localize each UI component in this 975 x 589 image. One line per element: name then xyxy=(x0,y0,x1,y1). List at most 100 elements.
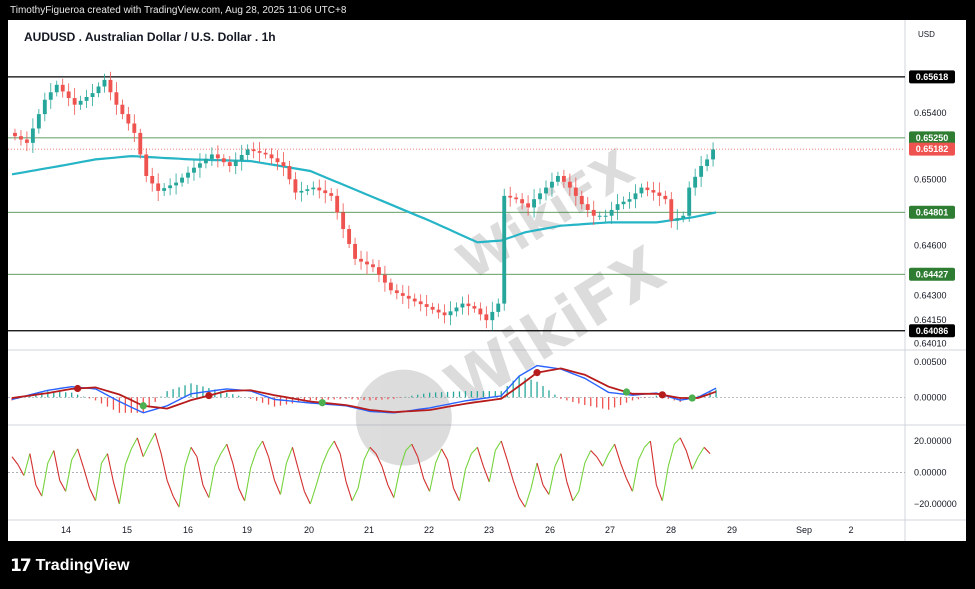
candle-body xyxy=(132,123,137,133)
candle-body xyxy=(681,215,686,219)
oscillator-segment xyxy=(554,453,562,467)
oscillator-segment xyxy=(333,440,341,454)
chart-canvas[interactable]: WikiFXWikiFX0.654000.650000.646000.64300… xyxy=(0,0,975,589)
oscillator-segment xyxy=(697,447,705,458)
macd-cross-marker xyxy=(318,399,326,407)
symbol-title[interactable]: AUDUSD . Australian Dollar / U.S. Dollar… xyxy=(24,30,276,44)
candle-body xyxy=(102,79,107,87)
oscillator-segment xyxy=(29,453,37,486)
oscillator-tick-label: 20.00000 xyxy=(914,436,952,446)
oscillator-segment xyxy=(506,459,514,481)
tradingview-logo-icon: 17 xyxy=(10,556,32,576)
candle-body xyxy=(388,282,393,291)
oscillator-segment xyxy=(548,466,556,495)
oscillator-segment xyxy=(602,453,610,467)
level-tag-label: 0.64427 xyxy=(916,269,949,279)
candle-body xyxy=(382,274,387,283)
candle-body xyxy=(526,203,531,208)
candle-body xyxy=(54,84,59,93)
oscillator-segment xyxy=(620,462,628,479)
time-tick-label: 29 xyxy=(727,525,737,535)
oscillator-segment xyxy=(644,440,651,448)
price-tick-label: 0.64600 xyxy=(914,241,947,251)
candle-body xyxy=(24,139,29,143)
price-tick-label: 0.65400 xyxy=(914,108,947,118)
oscillator-segment xyxy=(614,444,622,464)
oscillator-segment xyxy=(59,480,67,492)
macd-cross-marker xyxy=(74,384,82,393)
oscillator-segment xyxy=(673,437,681,445)
candle-body xyxy=(567,181,572,188)
oscillator-segment xyxy=(542,484,550,495)
candle-body xyxy=(60,84,65,92)
candle-body xyxy=(699,166,704,177)
oscillator-segment xyxy=(596,456,604,467)
oscillator-segment xyxy=(458,469,466,501)
candle-body xyxy=(442,312,447,316)
candle-body xyxy=(705,159,710,167)
oscillator-segment xyxy=(118,464,126,505)
currency-label[interactable]: USD xyxy=(918,30,935,39)
time-tick-label: 26 xyxy=(545,525,555,535)
candle-body xyxy=(675,218,680,221)
candle-body xyxy=(663,195,668,200)
candle-body xyxy=(203,158,208,164)
candle-body xyxy=(269,154,274,159)
candle-body xyxy=(78,100,83,105)
oscillator-segment xyxy=(345,481,353,501)
oscillator-segment xyxy=(94,462,103,501)
price-tick-label: 0.64300 xyxy=(914,290,947,300)
candle-body xyxy=(669,199,674,221)
oscillator-segment xyxy=(136,437,144,457)
oscillator-segment xyxy=(488,450,496,483)
oscillator-segment xyxy=(327,440,335,451)
oscillator-segment xyxy=(250,450,258,468)
oscillator-segment xyxy=(590,450,598,458)
time-tick-label: 20 xyxy=(304,525,314,535)
oscillator-segment xyxy=(339,453,347,483)
oscillator-segment xyxy=(190,447,198,458)
candle-body xyxy=(520,199,525,204)
oscillator-segment xyxy=(35,484,43,497)
candle-body xyxy=(687,187,692,216)
oscillator-segment xyxy=(77,448,85,468)
oscillator-segment xyxy=(11,456,19,465)
candle-body xyxy=(36,114,41,129)
candle-body xyxy=(192,167,196,173)
candle-body xyxy=(215,154,220,159)
candle-body xyxy=(544,187,548,194)
candle-body xyxy=(144,154,149,176)
candle-body xyxy=(96,86,101,94)
candle-body xyxy=(627,199,632,202)
candle-body xyxy=(162,188,167,191)
oscillator-segment xyxy=(285,447,293,464)
candle-body xyxy=(376,267,381,275)
candle-body xyxy=(257,151,262,153)
level-tag-label: 0.65250 xyxy=(916,133,949,143)
candle-body xyxy=(227,162,232,167)
candle-body xyxy=(341,212,346,230)
oscillator-segment xyxy=(363,447,371,461)
oscillator-segment xyxy=(41,462,49,497)
oscillator-tick-label: 0.00000 xyxy=(914,468,947,478)
candle-body xyxy=(597,215,602,217)
oscillator-segment xyxy=(381,466,389,486)
candle-body xyxy=(621,201,626,205)
candle-body xyxy=(454,307,459,312)
candle-body xyxy=(502,195,507,304)
oscillator-segment xyxy=(476,447,484,467)
oscillator-segment xyxy=(220,443,228,454)
candle-body xyxy=(412,298,417,302)
candle-body xyxy=(42,99,47,115)
candle-body xyxy=(651,190,656,193)
candle-body xyxy=(108,79,113,93)
oscillator-segment xyxy=(351,488,359,502)
candle-body xyxy=(424,304,429,307)
candle-body xyxy=(609,209,614,216)
candle-body xyxy=(561,175,566,182)
oscillator-segment xyxy=(357,459,365,489)
candle-body xyxy=(221,158,226,163)
oscillator-segment xyxy=(232,462,240,489)
price-tick-label: 0.64150 xyxy=(914,315,947,325)
candle-body xyxy=(335,195,340,213)
